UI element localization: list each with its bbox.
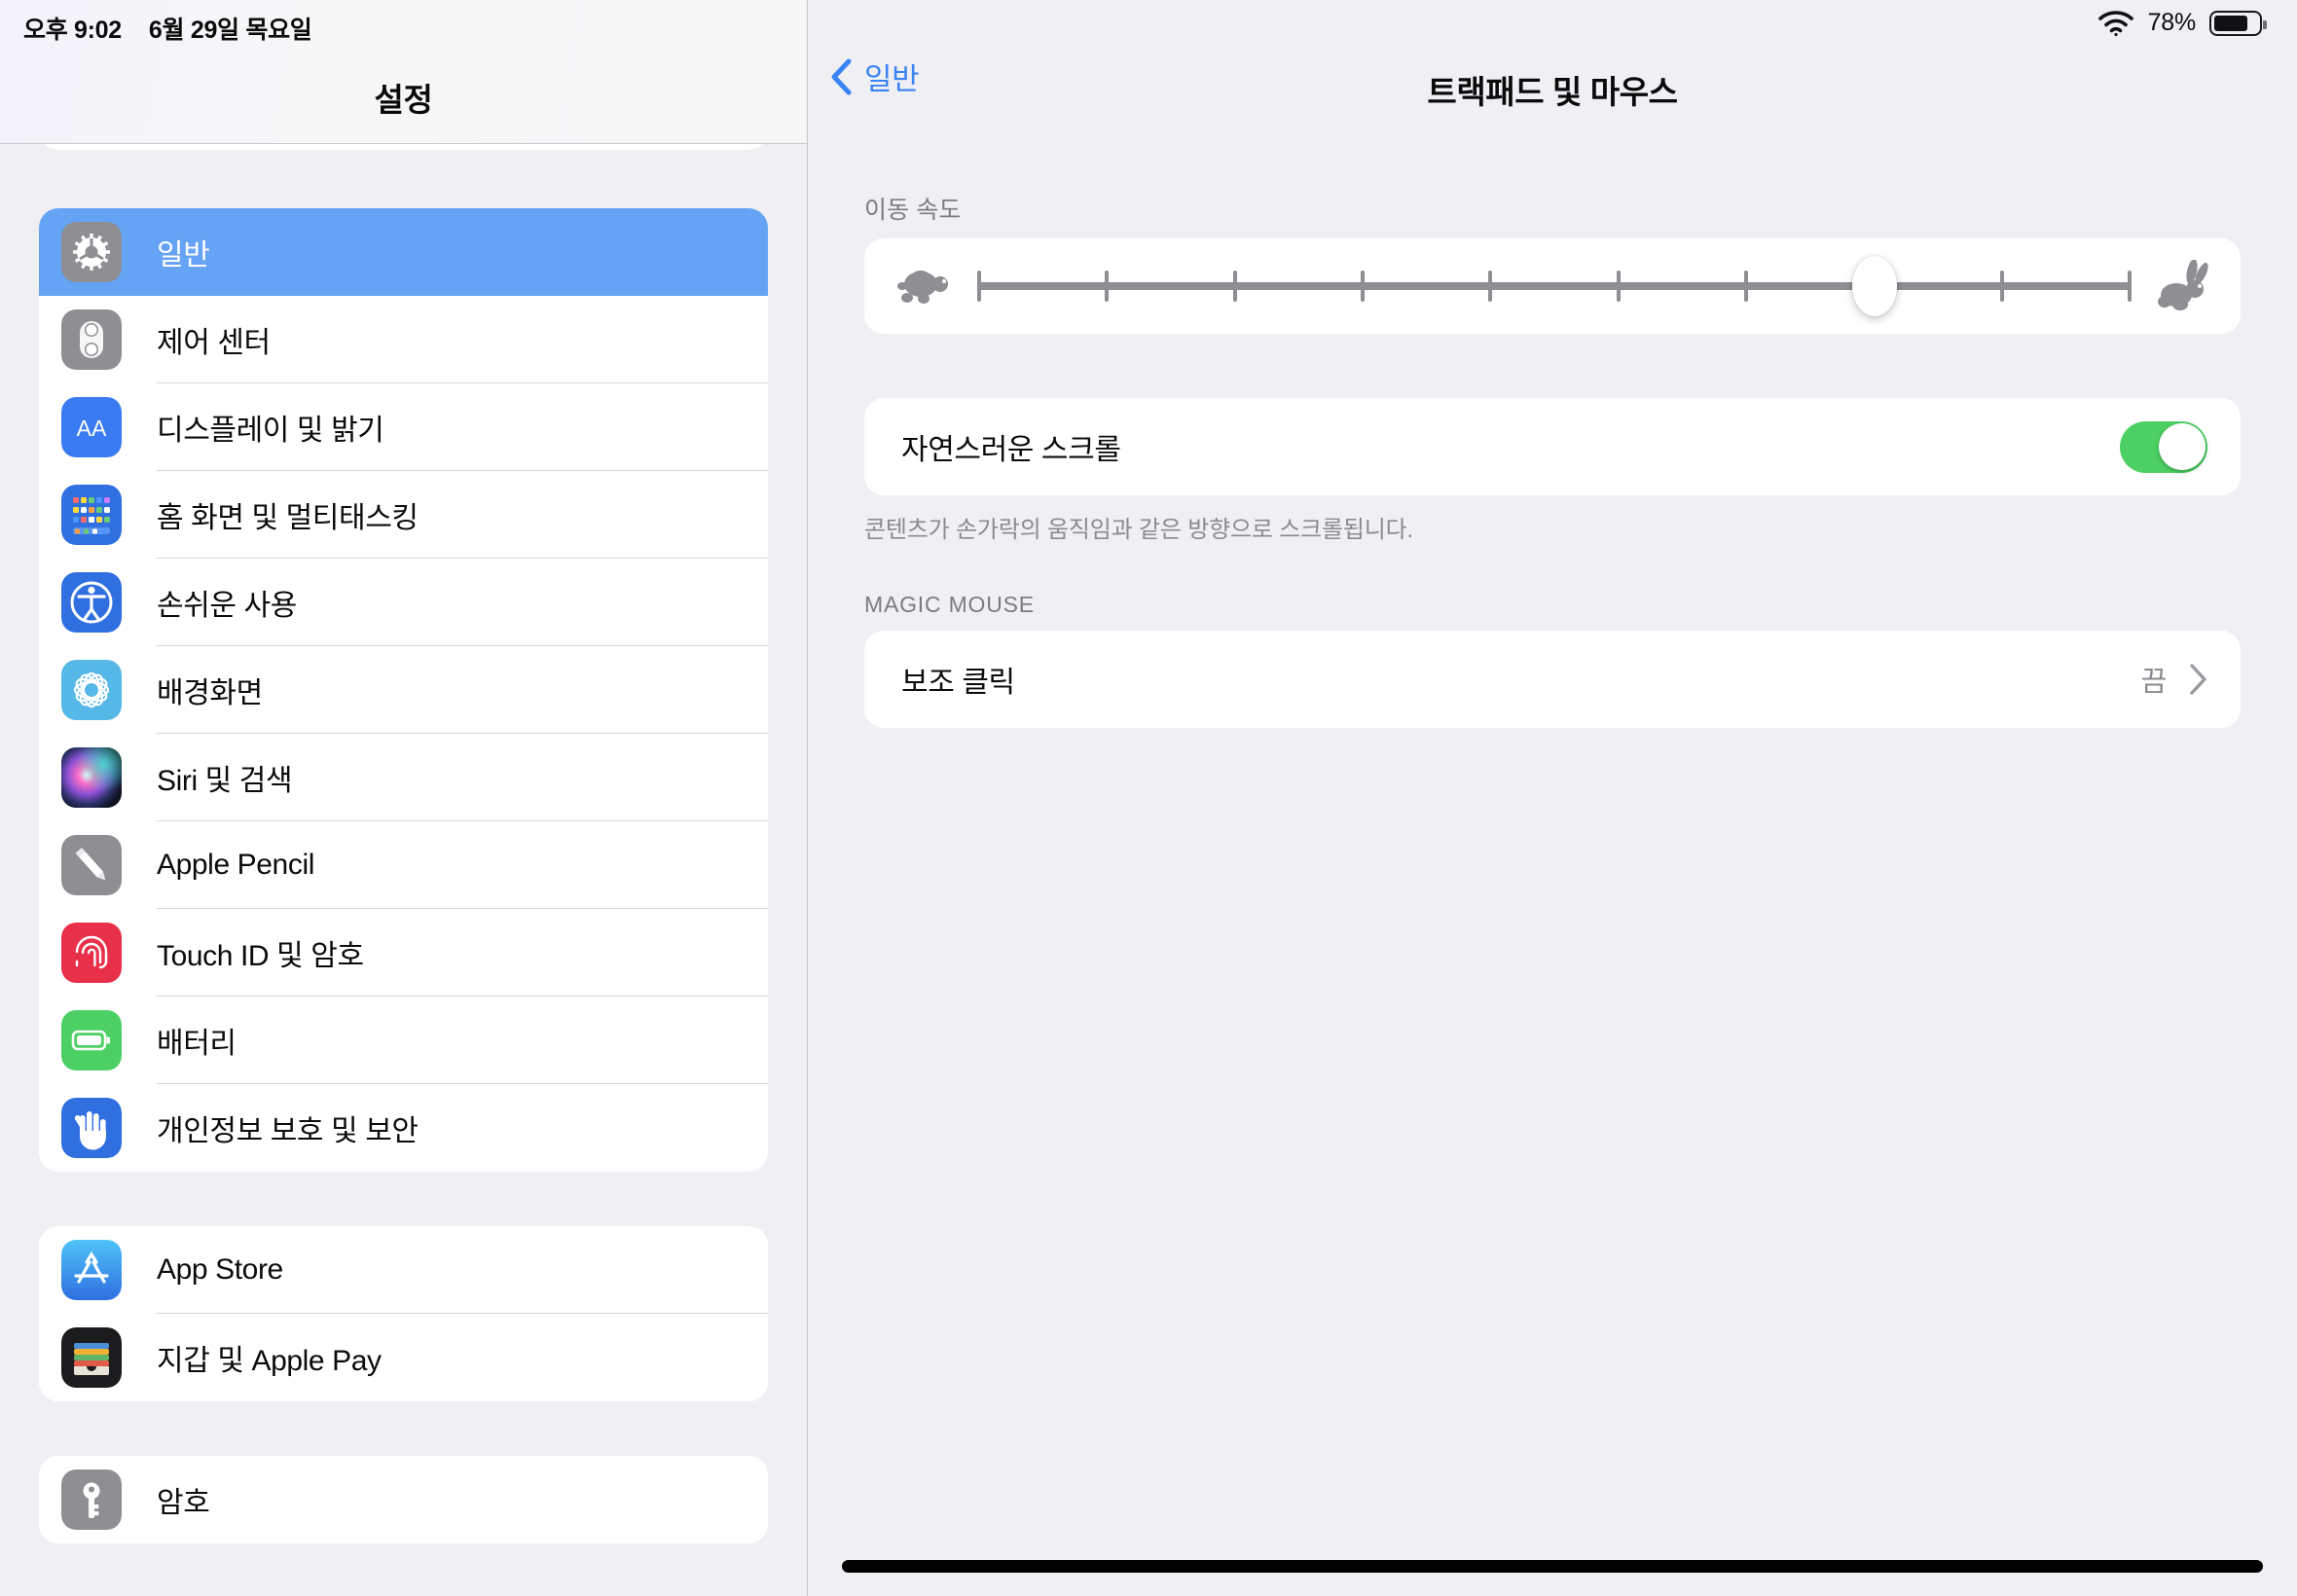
sidebar-item-label: 암호: [157, 1487, 210, 1519]
magic-mouse-card: 보조 클릭 끔: [864, 631, 2241, 729]
slider-tick: [977, 271, 981, 302]
slider-tick: [1488, 271, 1493, 302]
slider-tick: [1616, 271, 1621, 302]
sidebar-item-touch-id-및-암호[interactable]: Touch ID 및 암호: [39, 909, 768, 997]
sidebar-item-label: 배경화면: [157, 677, 263, 709]
tracking-speed-slider[interactable]: [977, 256, 2132, 316]
natural-scroll-footer: 콘텐츠가 손가락의 움직임과 같은 방향으로 스크롤됩니다.: [864, 517, 1413, 543]
turtle-icon: [897, 271, 948, 304]
battery-settings-icon: [61, 1010, 122, 1070]
wallpaper-icon: [61, 660, 122, 720]
natural-scroll-toggle[interactable]: [2120, 420, 2207, 473]
tracking-speed-label: 이동 속도: [864, 197, 962, 224]
touch-id-icon: [61, 923, 122, 983]
sidebar-item-일반[interactable]: 일반: [39, 208, 768, 296]
content-header: 일반 트랙패드 및 마우스: [808, 0, 2297, 144]
slider-knob[interactable]: [1852, 256, 1898, 316]
secondary-click-row[interactable]: 보조 클릭 끔: [864, 631, 2241, 728]
natural-scroll-row[interactable]: 자연스러운 스크롤: [864, 398, 2241, 495]
sidebar-item-홈-화면-및-멀티태스킹[interactable]: 홈 화면 및 멀티태스킹: [39, 471, 768, 559]
sidebar-item-label: App Store: [157, 1253, 283, 1286]
sidebar-item-app-store[interactable]: App Store: [39, 1226, 768, 1314]
natural-scroll-label: 자연스러운 스크롤: [901, 434, 1121, 466]
slider-tick: [1105, 271, 1110, 302]
sidebar-item-label: 제어 센터: [157, 327, 271, 359]
siri-icon: [61, 747, 122, 808]
sidebar-item-개인정보-보호-및-보안[interactable]: 개인정보 보호 및 보안: [39, 1084, 768, 1172]
tracking-speed-card: [864, 238, 2241, 334]
gear-icon: [61, 222, 122, 282]
sidebar-item-label: Apple Pencil: [157, 849, 314, 881]
sidebar-group: 암호: [39, 1456, 768, 1543]
slider-tick: [2128, 271, 2132, 302]
sidebar-item-label: 개인정보 보호 및 보안: [157, 1115, 419, 1147]
magic-mouse-section-header: MAGIC MOUSE: [864, 592, 1035, 618]
slider-tick: [1232, 271, 1237, 302]
slider-tick: [1743, 271, 1748, 302]
sidebar-item-지갑-및-apple-pay[interactable]: 지갑 및 Apple Pay: [39, 1314, 768, 1401]
accessibility-icon: [61, 572, 122, 633]
settings-sidebar: 일반제어 센터 AA 디스플레이 및 밝기홈 화면 및 멀티태스킹손쉬운 사용배경화…: [0, 0, 808, 1596]
sidebar-item-암호[interactable]: 암호: [39, 1456, 768, 1543]
sidebar-item-label: 배터리: [157, 1028, 237, 1060]
key-icon: [61, 1469, 122, 1530]
sidebar-divider: [807, 0, 808, 1596]
slider-track: [977, 282, 2132, 290]
secondary-click-label: 보조 클릭: [901, 667, 1015, 700]
slider-tick: [1999, 271, 2004, 302]
app-store-icon: [61, 1240, 122, 1300]
sidebar-item-제어-센터[interactable]: 제어 센터: [39, 296, 768, 383]
sidebar-item-label: 홈 화면 및 멀티태스킹: [157, 502, 419, 534]
sidebar-title: 설정: [374, 82, 433, 118]
natural-scroll-card: 자연스러운 스크롤: [864, 398, 2241, 495]
svg-text:AA: AA: [77, 416, 107, 441]
display-brightness-icon: AA: [61, 397, 122, 457]
sidebar-group: 일반제어 센터 AA 디스플레이 및 밝기홈 화면 및 멀티태스킹손쉬운 사용배경화…: [39, 208, 768, 1172]
pencil-icon: [61, 835, 122, 895]
privacy-hand-icon: [61, 1098, 122, 1158]
sidebar-item-배경화면[interactable]: 배경화면: [39, 646, 768, 734]
sidebar-item-siri-및-검색[interactable]: Siri 및 검색: [39, 734, 768, 821]
home-indicator: [842, 1560, 2263, 1573]
page-title: 트랙패드 및 마우스: [1427, 74, 1678, 110]
control-center-icon: [61, 309, 122, 370]
home-screen-icon: [61, 485, 122, 545]
wallet-icon: [61, 1327, 122, 1388]
chevron-right-icon: [2190, 664, 2206, 695]
sidebar-scroll-area[interactable]: 일반제어 센터 AA 디스플레이 및 밝기홈 화면 및 멀티태스킹손쉬운 사용배경화…: [0, 0, 807, 1596]
rabbit-icon: [2158, 260, 2208, 310]
sidebar-group: App Store 지갑 및 Apple Pay: [39, 1226, 768, 1401]
sidebar-item-손쉬운-사용[interactable]: 손쉬운 사용: [39, 559, 768, 646]
sidebar-item-label: 일반: [157, 239, 210, 272]
sidebar-item-label: Touch ID 및 암호: [157, 940, 364, 972]
slider-tick: [1360, 271, 1365, 302]
sidebar-item-디스플레이-및-밝기[interactable]: AA 디스플레이 및 밝기: [39, 383, 768, 471]
sidebar-item-label: 손쉬운 사용: [157, 590, 297, 622]
sidebar-item-label: Siri 및 검색: [157, 765, 293, 797]
sidebar-item-label: 지갑 및 Apple Pay: [157, 1345, 382, 1377]
sidebar-item-배터리[interactable]: 배터리: [39, 997, 768, 1084]
sidebar-item-apple-pencil[interactable]: Apple Pencil: [39, 821, 768, 909]
sidebar-item-label: 디스플레이 및 밝기: [157, 415, 384, 447]
content-pane: 일반 트랙패드 및 마우스 이동 속도 자연스러운 스크롤 콘텐츠가 손가락의 …: [808, 0, 2297, 1596]
secondary-click-value: 끔: [2140, 667, 2168, 699]
sidebar-header: 설정: [0, 0, 807, 144]
